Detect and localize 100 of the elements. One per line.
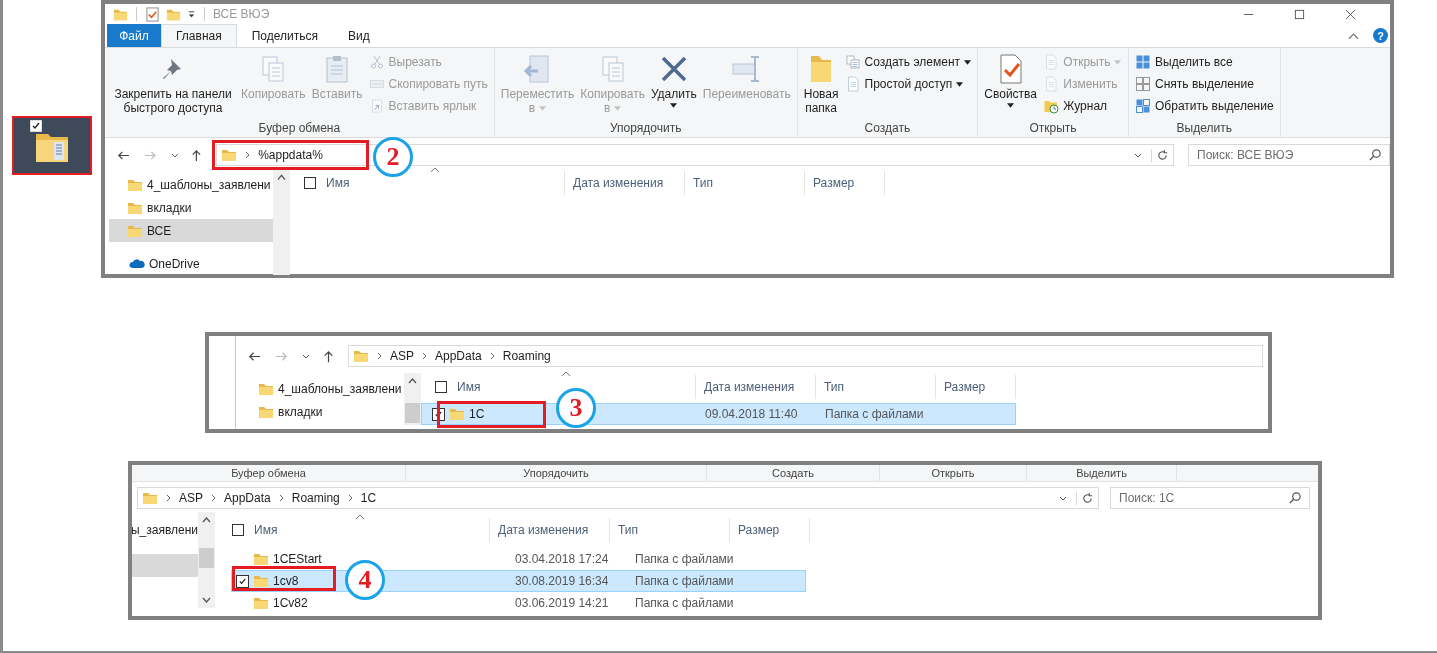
chevron-right-icon [278, 494, 285, 502]
ribbon-tab[interactable]: Поделиться [236, 24, 333, 47]
caret-icon[interactable] [187, 9, 196, 19]
grid-outline-icon [1135, 76, 1152, 92]
file-name: 1C [469, 407, 485, 421]
chevron-right-icon [422, 352, 428, 360]
ribbon-button[interactable]: Обратить выделение [1133, 95, 1276, 117]
breadcrumb-item[interactable]: %appdata% [258, 148, 323, 162]
nav-item[interactable]: ВСЕ [109, 219, 273, 242]
folder-icon [221, 147, 238, 163]
type-cell-text: Папка с файлами [634, 551, 735, 568]
ribbon-button[interactable]: Журнал [1041, 95, 1125, 117]
nav-item[interactable]: 4_шаблоны_заявлени [109, 173, 273, 196]
breadcrumb-item[interactable]: AppData [435, 349, 482, 363]
breadcrumb-item[interactable]: AppData [224, 491, 271, 505]
column-header[interactable]: Размер [730, 518, 810, 542]
chevron-right-icon [245, 151, 252, 159]
checkbox[interactable] [236, 574, 249, 588]
column-header[interactable]: Дата изменения [490, 518, 610, 542]
checkbox[interactable] [232, 524, 244, 536]
ribbon-button[interactable]: Выделить все [1133, 51, 1276, 73]
nav-item[interactable]: 4_шаблоны_заявлени [240, 377, 404, 400]
ribbon-button[interactable]: Снять выделение [1133, 73, 1276, 95]
type-cell-text: Папка с файлами [824, 406, 925, 423]
group-label: Упорядочить [406, 465, 707, 481]
chevron-right-icon [347, 494, 354, 502]
close-icon[interactable] [1345, 8, 1356, 20]
checklist-icon[interactable] [145, 6, 160, 22]
chevron-right-icon [489, 352, 496, 360]
date-cell-text: 03.06.2019 14:21 [514, 595, 610, 612]
column-header[interactable]: Тип [685, 171, 805, 195]
step-number: 2 [373, 137, 413, 177]
column-header[interactable]: Тип [816, 375, 936, 399]
document-icon [1043, 54, 1060, 70]
folder-icon [253, 573, 269, 589]
group-label: Открыть [880, 465, 1027, 481]
group-label: Выделить [1027, 465, 1177, 481]
chevron-right-icon [211, 494, 217, 502]
clock-folder-icon [1043, 98, 1060, 114]
search-field[interactable]: Поиск: ВСЕ ВЮЭ [1188, 144, 1390, 166]
checkbox[interactable] [304, 177, 316, 189]
ribbon-button[interactable]: Закрепить на панели быстрого доступа [109, 51, 237, 117]
ribbon-button[interactable]: Свойства [982, 51, 1040, 117]
search-field[interactable]: Поиск: 1C [1110, 487, 1310, 509]
column-header[interactable]: Имя [215, 518, 490, 542]
file-name: 1cv8 [273, 574, 299, 588]
new-item-icon [844, 54, 861, 70]
checkmark-icon [434, 409, 443, 419]
sort-caret-icon [430, 167, 440, 173]
nav-item[interactable]: вкладки [109, 196, 273, 219]
breadcrumb-item[interactable]: 1C [360, 491, 377, 505]
ribbon-tab[interactable]: Главная [161, 24, 237, 47]
breadcrumb-item[interactable]: ASP [390, 349, 414, 363]
folder-icon [142, 490, 158, 506]
folder-icon [449, 406, 465, 422]
checkmark-icon [238, 576, 247, 586]
help-button[interactable]: ? [1373, 28, 1388, 43]
column-header[interactable]: Дата изменения [696, 375, 816, 399]
column-header[interactable]: Размер [805, 171, 885, 195]
sort-caret-icon [355, 514, 365, 520]
scrollbar[interactable] [198, 512, 215, 608]
ribbon-button[interactable]: Удалить [648, 51, 699, 117]
ribbon-button[interactable]: Новая папка [801, 51, 841, 117]
breadcrumb-item[interactable]: Roaming [291, 491, 340, 505]
ribbon-tab[interactable]: Вид [332, 24, 385, 47]
maximize-icon[interactable] [1294, 8, 1305, 20]
column-header[interactable]: Дата изменения [565, 171, 685, 195]
step-number: 3 [556, 388, 596, 428]
column-header[interactable]: Тип [610, 518, 730, 542]
breadcrumb-item[interactable]: Roaming [502, 349, 551, 363]
group-label: Буфер обмена [132, 465, 406, 481]
ribbon-button[interactable]: Простой доступ [842, 73, 974, 95]
address-bar[interactable]: ASP AppData Roaming [348, 345, 1263, 367]
folder-icon [253, 595, 269, 611]
nav-item[interactable]: вкладки [240, 400, 404, 423]
column-header[interactable]: Размер [936, 375, 1016, 399]
scrollbar[interactable] [273, 169, 290, 275]
checkbox[interactable] [435, 381, 447, 393]
group-label: Открыть [1028, 121, 1078, 137]
sort-caret-icon [561, 371, 571, 377]
nav-item[interactable]: OneDrive [109, 252, 273, 275]
breadcrumb-item[interactable]: ASP [179, 491, 203, 505]
chevron-right-icon [166, 494, 172, 502]
address-bar[interactable]: ASP AppData Roaming 1C [137, 487, 1099, 509]
grid-icon [1135, 54, 1152, 70]
ribbon-button[interactable]: Создать элемент [842, 51, 974, 73]
checkmark-icon [31, 121, 41, 131]
desktop-icon-tile[interactable] [12, 116, 92, 175]
refresh-icon[interactable] [1151, 148, 1169, 162]
refresh-icon[interactable] [1076, 491, 1094, 505]
chevron-right-icon [377, 352, 383, 360]
date-cell-text: 09.04.2018 11:40 [704, 406, 799, 423]
search-icon [1369, 148, 1382, 161]
scrollbar[interactable] [404, 373, 421, 425]
type-cell-text: Папка с файлами [634, 573, 735, 590]
scissors-icon [368, 54, 385, 70]
date-cell-text: 03.04.2018 17:24 [514, 551, 610, 568]
chevron-up-icon[interactable] [1348, 31, 1359, 40]
nav-item[interactable]: ы_заявлени [132, 518, 198, 541]
ribbon-tab[interactable]: Файл [107, 24, 161, 47]
